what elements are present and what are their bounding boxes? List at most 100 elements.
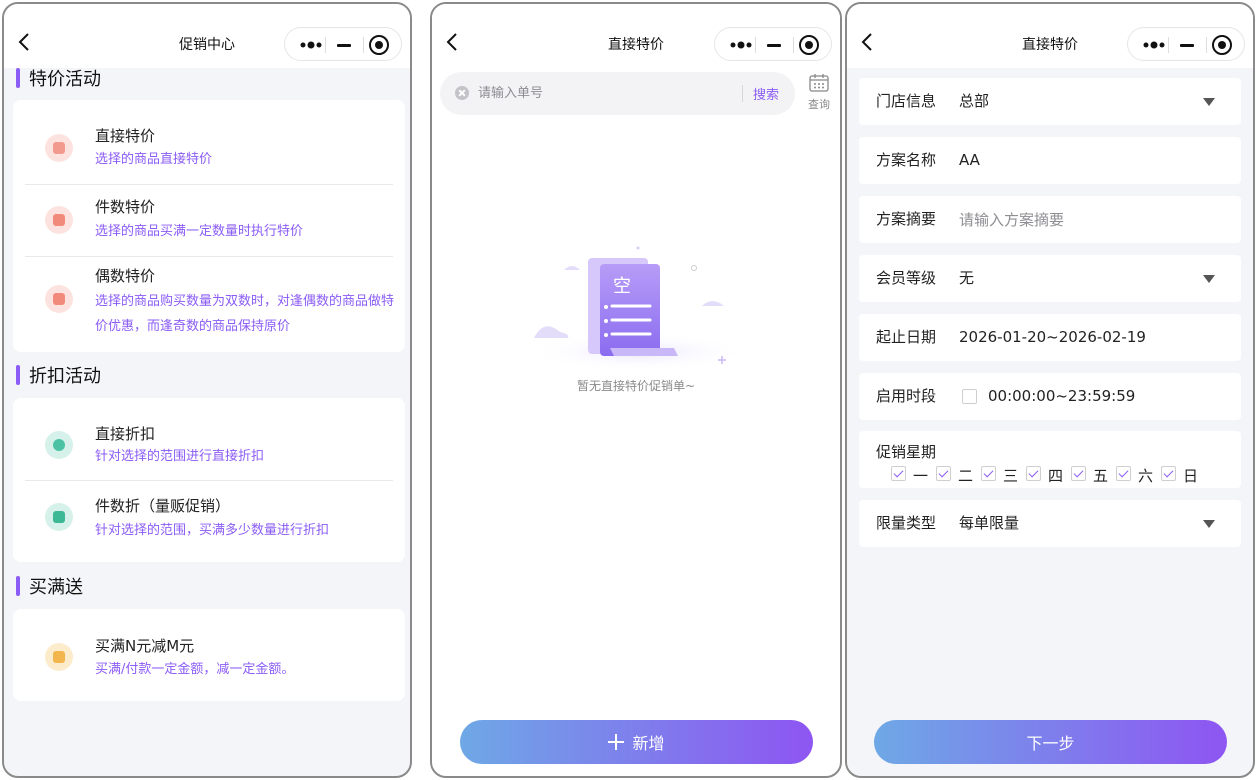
nav-bar: 直接特价: [432, 4, 840, 68]
list-item-direct-price[interactable]: 直接特价 选择的商品直接特价: [13, 100, 405, 184]
query-button[interactable]: 查询: [804, 74, 834, 114]
item-desc: 选择的商品买满一定数量时执行特价: [95, 224, 304, 239]
weekday-label: 四: [1048, 467, 1064, 485]
weekday-checkbox[interactable]: [1116, 466, 1131, 481]
item-title: 直接特价: [95, 127, 156, 145]
list-item-quantity-discount[interactable]: 件数折（量贩促销） 针对选择的范围，买满多少数量进行折扣: [13, 481, 405, 562]
wallet-icon: [45, 206, 73, 234]
capsule-divider: [1168, 37, 1169, 53]
item-title: 偶数特价: [95, 267, 156, 285]
section-accent-bar: [16, 576, 20, 596]
list-item-even-price[interactable]: 偶数特价 选择的商品购买数量为双数时，对逢偶数的商品做特价优惠，而逢奇数的商品保…: [13, 257, 405, 352]
store-select[interactable]: 门店信息 总部: [859, 78, 1241, 125]
list-item-quantity-price[interactable]: 件数特价 选择的商品买满一定数量时执行特价: [13, 185, 405, 256]
section-header-discount: 折扣活动: [16, 363, 101, 387]
weekday-label: 三: [1003, 467, 1019, 485]
calendar-icon: [809, 74, 829, 92]
clear-icon[interactable]: [455, 86, 469, 100]
search-divider: [742, 85, 743, 102]
time-range-value[interactable]: 00:00:00~23:59:59: [988, 373, 1135, 420]
weekday-label: 一: [913, 467, 929, 485]
weekday-checkbox[interactable]: [1071, 466, 1086, 481]
empty-glyph: 空: [613, 276, 631, 297]
capsule-divider: [1206, 37, 1207, 53]
item-title: 直接折扣: [95, 425, 156, 443]
price-tag-icon: [45, 134, 73, 162]
weekday-label: 六: [1138, 467, 1154, 485]
item-title: 买满N元减M元: [95, 637, 195, 655]
weekday-checkbox[interactable]: [981, 466, 996, 481]
date-range-value: 2026-01-20~2026-02-19: [959, 328, 1146, 346]
field-label: 会员等级: [876, 269, 937, 287]
section-accent-bar: [16, 68, 20, 88]
plan-summary-row: 方案摘要: [859, 196, 1241, 243]
next-step-button[interactable]: 下一步: [874, 720, 1227, 764]
capsule-divider: [325, 37, 326, 53]
close-record-icon[interactable]: [799, 35, 819, 55]
special-price-card: 直接特价 选择的商品直接特价 件数特价 选择的商品买满一定数量时执行特价 偶数特…: [13, 100, 405, 352]
section-title: 折扣活动: [29, 366, 101, 387]
nav-bar: 直接特价: [847, 4, 1253, 68]
mini-program-capsule: [1127, 27, 1245, 61]
order-number-search-input[interactable]: [478, 82, 728, 104]
add-button[interactable]: 新增: [460, 720, 813, 764]
plus-icon: [608, 734, 625, 750]
weekday-label: 二: [958, 467, 974, 485]
weekday-checkbox[interactable]: [1161, 466, 1176, 481]
field-label: 促销星期: [876, 443, 937, 461]
add-button-label: 新增: [632, 734, 665, 753]
section-header-special-price: 特价活动: [16, 66, 101, 90]
weekday-checkbox[interactable]: [1026, 466, 1041, 481]
field-label: 启用时段: [876, 387, 937, 405]
close-record-icon[interactable]: [1212, 35, 1232, 55]
plan-summary-input[interactable]: [959, 208, 1219, 232]
direct-price-list-screen: 直接特价 搜索 查询: [430, 2, 842, 778]
search-button[interactable]: 搜索: [753, 84, 779, 103]
empty-state-illustration: 空: [527, 246, 751, 370]
capsule-divider: [793, 37, 794, 53]
nav-bar: 促销中心: [4, 4, 410, 68]
member-level-select[interactable]: 会员等级 无: [859, 255, 1241, 302]
promotion-center-screen: 促销中心 特价活动 直接特价 选择的商品直接特价 件数特价 选择的商品买满一定数…: [2, 2, 412, 778]
more-icon[interactable]: [729, 38, 753, 52]
item-title: 件数特价: [95, 198, 156, 216]
minimize-icon[interactable]: [1176, 36, 1198, 54]
card-icon: [45, 285, 73, 313]
minimize-icon[interactable]: [333, 36, 355, 54]
weekday-label: 日: [1183, 467, 1199, 485]
member-level-value: 无: [959, 269, 975, 287]
field-label: 起止日期: [876, 328, 937, 346]
back-icon[interactable]: [859, 30, 875, 54]
weekday-checkbox[interactable]: [891, 466, 906, 481]
date-range-picker[interactable]: 起止日期 2026-01-20~2026-02-19: [859, 314, 1241, 361]
field-label: 方案摘要: [876, 210, 937, 228]
close-record-icon[interactable]: [369, 35, 389, 55]
back-icon[interactable]: [16, 30, 32, 54]
more-icon[interactable]: [1142, 38, 1166, 52]
share-icon: [45, 431, 73, 459]
list-item-direct-discount[interactable]: 直接折扣 针对选择的范围进行直接折扣: [13, 398, 405, 480]
query-label: 查询: [808, 98, 830, 111]
minimize-icon[interactable]: [763, 36, 785, 54]
dropdown-arrow-icon: [1203, 275, 1215, 283]
weekday-checkbox[interactable]: [936, 466, 951, 481]
list-item-spend-n-save-m[interactable]: 买满N元减M元 买满/付款一定金额，减一定金额。: [13, 609, 405, 701]
empty-state-text: 暂无直接特价促销单~: [576, 379, 696, 393]
section-header-spend-save: 买满送: [16, 574, 83, 598]
time-range-row: 启用时段 00:00:00~23:59:59: [859, 373, 1241, 420]
section-title: 买满送: [29, 577, 83, 598]
field-label: 限量类型: [876, 514, 937, 532]
limit-type-select[interactable]: 限量类型 每单限量: [859, 500, 1241, 547]
mini-program-capsule: [284, 27, 402, 61]
more-icon[interactable]: [299, 38, 323, 52]
discount-card: 直接折扣 针对选择的范围进行直接折扣 件数折（量贩促销） 针对选择的范围，买满多…: [13, 398, 405, 562]
spend-save-card: 买满N元减M元 买满/付款一定金额，减一定金额。: [13, 609, 405, 701]
plan-name-field[interactable]: 方案名称 AA: [859, 137, 1241, 184]
search-bar: 搜索: [440, 72, 795, 115]
item-desc: 选择的商品购买数量为双数时，对逢偶数的商品做特价优惠，而逢奇数的商品保持原价: [95, 294, 395, 334]
time-range-checkbox[interactable]: [962, 389, 977, 404]
item-desc: 买满/付款一定金额，减一定金额。: [95, 662, 295, 677]
section-title: 特价活动: [29, 69, 101, 90]
back-icon[interactable]: [444, 30, 460, 54]
bag-icon: [45, 503, 73, 531]
